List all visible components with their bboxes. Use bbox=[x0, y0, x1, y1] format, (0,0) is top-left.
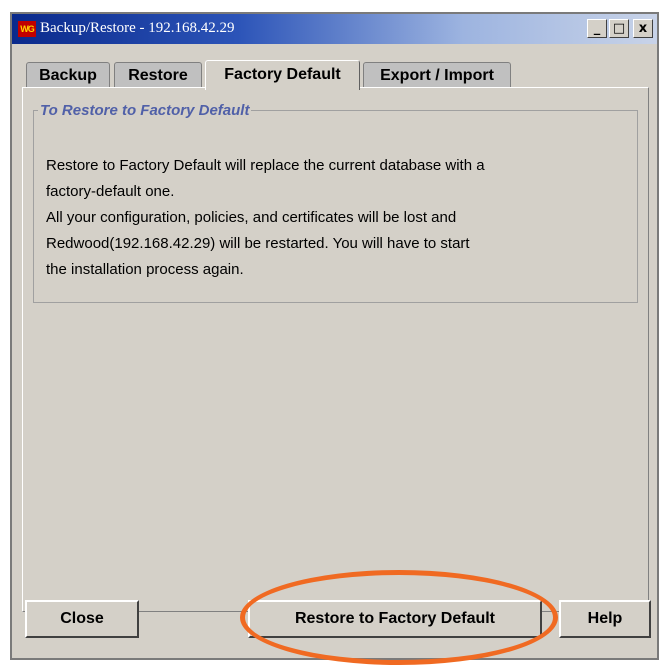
maximize-button[interactable]: □ bbox=[609, 19, 629, 38]
title-bar[interactable]: WG Backup/Restore - 192.168.42.29 _ □ x bbox=[12, 14, 657, 44]
description-line: the installation process again. bbox=[46, 261, 244, 278]
minimize-button[interactable]: _ bbox=[587, 19, 607, 38]
close-window-button[interactable]: x bbox=[633, 19, 653, 38]
close-button[interactable]: Close bbox=[25, 600, 139, 638]
tab-backup[interactable]: Backup bbox=[26, 62, 110, 88]
restore-factory-default-button[interactable]: Restore to Factory Default bbox=[248, 600, 542, 638]
app-logo-icon: WG bbox=[18, 21, 36, 37]
description-line: Restore to Factory Default will replace … bbox=[46, 157, 485, 174]
description-line: factory-default one. bbox=[46, 183, 175, 200]
backup-restore-window: WG Backup/Restore - 192.168.42.29 _ □ x … bbox=[10, 12, 659, 660]
help-button[interactable]: Help bbox=[559, 600, 651, 638]
window-title: Backup/Restore - 192.168.42.29 bbox=[40, 20, 235, 36]
description-line: All your configuration, policies, and ce… bbox=[46, 209, 457, 226]
tab-export-import[interactable]: Export / Import bbox=[363, 62, 511, 88]
tab-factory-default[interactable]: Factory Default bbox=[205, 60, 360, 90]
group-title: To Restore to Factory Default bbox=[40, 102, 250, 119]
tab-restore[interactable]: Restore bbox=[114, 62, 202, 88]
factory-default-group: To Restore to Factory Default Restore to… bbox=[33, 102, 638, 303]
description-text: Restore to Factory Default will replace … bbox=[46, 153, 636, 283]
description-line: Redwood(192.168.42.29) will be restarted… bbox=[46, 235, 470, 252]
tab-content-panel: To Restore to Factory Default Restore to… bbox=[22, 87, 649, 612]
